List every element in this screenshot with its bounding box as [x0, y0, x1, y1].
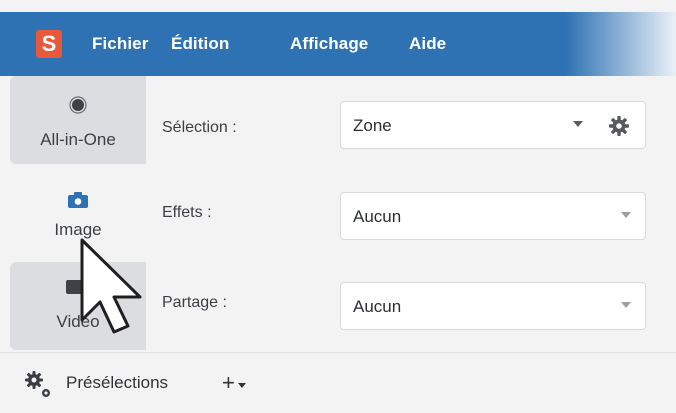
- effets-dropdown[interactable]: Aucun: [340, 192, 646, 240]
- chevron-down-icon: [621, 302, 631, 308]
- add-preset-dropdown-icon[interactable]: [238, 383, 246, 388]
- tab-label: All-in-One: [40, 130, 116, 149]
- presets-label[interactable]: Présélections: [66, 373, 168, 393]
- partage-dropdown[interactable]: Aucun: [340, 282, 646, 330]
- effets-label: Effets :: [162, 204, 212, 221]
- chevron-down-icon: [573, 121, 583, 127]
- gear-icon[interactable]: [609, 116, 629, 141]
- menu-bar: S Fichier Édition Affichage Aide: [0, 12, 676, 76]
- chevron-down-icon: [621, 212, 631, 218]
- presets-bar: Présélections +: [0, 352, 676, 413]
- snagit-capture-window: S Fichier Édition Affichage Aide All-in-…: [0, 0, 676, 413]
- menu-fichier[interactable]: Fichier: [92, 34, 148, 54]
- selection-label: Sélection :: [162, 119, 237, 136]
- snagit-logo[interactable]: S: [36, 30, 62, 58]
- selection-dropdown[interactable]: Zone: [340, 101, 646, 149]
- mouse-pointer-icon: [78, 236, 148, 336]
- add-preset-button[interactable]: +: [222, 370, 235, 396]
- menu-edition[interactable]: Édition: [171, 34, 229, 54]
- partage-label: Partage :: [162, 294, 227, 311]
- menu-aide[interactable]: Aide: [409, 34, 446, 54]
- tab-all-in-one[interactable]: All-in-One: [10, 76, 146, 164]
- partage-value: Aucun: [353, 297, 402, 316]
- effets-value: Aucun: [353, 207, 402, 226]
- radio-record-icon: [10, 96, 146, 114]
- presets-gear-icon[interactable]: [24, 370, 54, 405]
- capture-settings-panel: Sélection : Zone Effets : Aucun Partage …: [146, 76, 676, 350]
- selection-value: Zone: [353, 116, 392, 135]
- camera-icon: [10, 192, 146, 208]
- menu-affichage[interactable]: Affichage: [290, 34, 368, 54]
